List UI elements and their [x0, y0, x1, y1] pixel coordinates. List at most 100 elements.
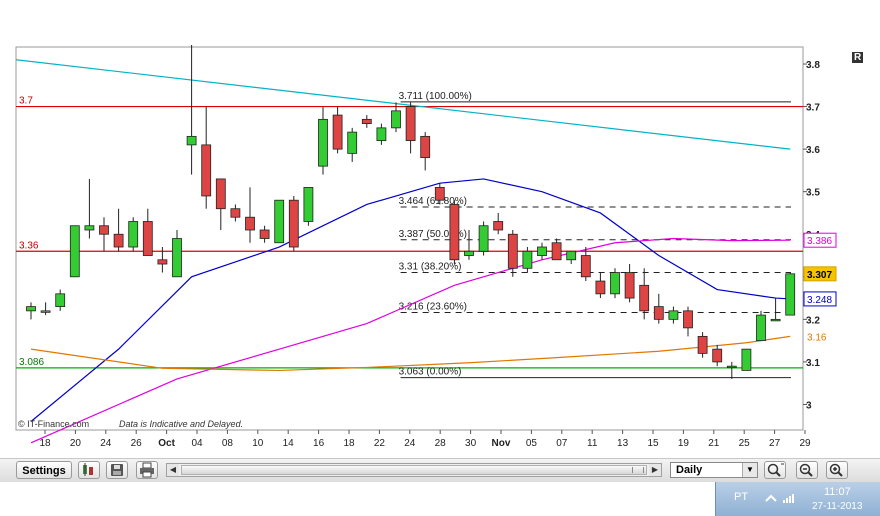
- price-badge-label: 3.248: [807, 295, 832, 306]
- settings-button[interactable]: Settings: [16, 461, 72, 479]
- x-tick-label: 04: [191, 438, 203, 449]
- x-tick-label: 13: [617, 438, 629, 449]
- x-tick-label: 18: [39, 438, 51, 449]
- candle-body: [391, 110, 401, 129]
- zoom-in-icon[interactable]: [826, 461, 848, 479]
- x-tick-label: 07: [556, 438, 568, 449]
- x-tick-label: 10: [252, 438, 264, 449]
- candle-body: [580, 255, 591, 278]
- candle-body: [624, 272, 635, 299]
- y-tick-label: 3: [806, 400, 812, 411]
- x-tick-label: 11: [587, 438, 598, 449]
- candle-body: [186, 135, 197, 146]
- candle-body: [566, 250, 577, 261]
- candle-body: [522, 250, 533, 269]
- price-badge-label: 3.307: [807, 270, 832, 281]
- candle-body: [128, 221, 139, 248]
- x-tick-label: 30: [465, 438, 477, 449]
- chevron-up-icon[interactable]: [764, 492, 778, 504]
- zoom-out-icon[interactable]: [796, 461, 818, 479]
- save-icon[interactable]: [106, 461, 128, 479]
- top-right-label: R: [852, 52, 864, 63]
- footer-brand: © IT-Finance.com: [18, 419, 89, 429]
- system-tray: PT 11:07 27-11-2013: [715, 482, 880, 516]
- fibonacci-level-label: 3.711 (100.00%): [399, 91, 472, 102]
- scrollbar-thumb[interactable]: [181, 465, 647, 475]
- candle-body: [376, 127, 387, 142]
- chevron-down-icon[interactable]: ▼: [742, 463, 757, 477]
- candle-body: [215, 178, 226, 210]
- zoom-out-glyph: [799, 463, 813, 477]
- candle-body: [157, 259, 168, 265]
- candle-body: [434, 187, 445, 201]
- candle-body: [201, 144, 212, 197]
- candle-body: [318, 118, 328, 167]
- print-icon[interactable]: [136, 461, 158, 479]
- candle-body: [639, 284, 650, 312]
- candle-body: [668, 310, 679, 320]
- candle-body: [274, 199, 285, 244]
- x-tick-label: 29: [799, 438, 811, 449]
- candle-body: [55, 293, 66, 307]
- candle-body: [288, 199, 299, 248]
- x-tick-label: 18: [343, 438, 355, 449]
- x-tick-label: 28: [435, 438, 447, 449]
- candle-body: [40, 310, 51, 313]
- x-tick-label: 05: [526, 438, 538, 449]
- candle-body: [420, 135, 431, 159]
- indicators-icon[interactable]: [78, 461, 100, 479]
- scroll-left-arrow-icon[interactable]: ◀: [167, 464, 179, 476]
- clock-time[interactable]: 11:07: [824, 486, 851, 498]
- candle-body: [595, 280, 606, 295]
- candle-body: [697, 335, 708, 354]
- candle-body: [303, 187, 314, 222]
- clock-date[interactable]: 27-11-2013: [812, 501, 862, 512]
- x-tick-label: 26: [131, 438, 143, 449]
- period-value: Daily: [676, 464, 703, 476]
- x-tick-label: Oct: [158, 438, 175, 449]
- candle-body: [756, 314, 766, 342]
- price-badge-label: 3.386: [807, 236, 832, 247]
- candle-body: [69, 225, 80, 278]
- candle-body: [493, 221, 504, 231]
- candle-body: [347, 131, 358, 154]
- y-tick-label: 3.1: [806, 358, 820, 369]
- candle-body: [464, 250, 474, 256]
- candle-body: [741, 348, 752, 371]
- candle-body: [537, 246, 547, 256]
- x-tick-label: 16: [313, 438, 325, 449]
- time-scrollbar[interactable]: ◀ ▶: [166, 463, 662, 477]
- os-taskbar: PT 11:07 27-11-2013: [0, 482, 880, 516]
- period-select[interactable]: Daily ▼: [670, 462, 758, 478]
- zoom-fit-glyph: [767, 463, 784, 477]
- candle-body: [785, 273, 796, 316]
- x-tick-label: 20: [70, 438, 82, 449]
- y-tick-label: 3.2: [806, 315, 820, 326]
- candle-body: [230, 208, 241, 218]
- candle-body: [26, 306, 36, 312]
- candle-body: [405, 106, 416, 142]
- candle-body: [84, 225, 95, 231]
- candle-body: [172, 238, 182, 278]
- x-tick-label: 08: [222, 438, 234, 449]
- candle-body: [551, 242, 562, 261]
- candle-body: [712, 348, 723, 363]
- x-tick-label: 14: [283, 438, 295, 449]
- candle-body: [99, 225, 109, 235]
- top-area: [0, 0, 880, 45]
- fibonacci-level-label: 3.31 (38.20%): [399, 262, 462, 273]
- language-indicator[interactable]: PT: [734, 491, 748, 503]
- candle-body: [332, 114, 343, 150]
- y-tick-label: 3.6: [806, 145, 820, 156]
- candle-body: [361, 118, 372, 124]
- candle-body: [245, 216, 255, 231]
- zoom-fit-icon[interactable]: [764, 461, 786, 479]
- zoom-in-glyph: [829, 463, 843, 477]
- candle-body: [449, 204, 460, 261]
- indicators-glyph: [83, 463, 93, 476]
- save-glyph: [111, 464, 123, 476]
- scroll-right-arrow-icon[interactable]: ▶: [649, 464, 661, 476]
- candle-body: [478, 225, 489, 252]
- network-icon[interactable]: [782, 492, 796, 504]
- x-tick-label: 21: [708, 438, 720, 449]
